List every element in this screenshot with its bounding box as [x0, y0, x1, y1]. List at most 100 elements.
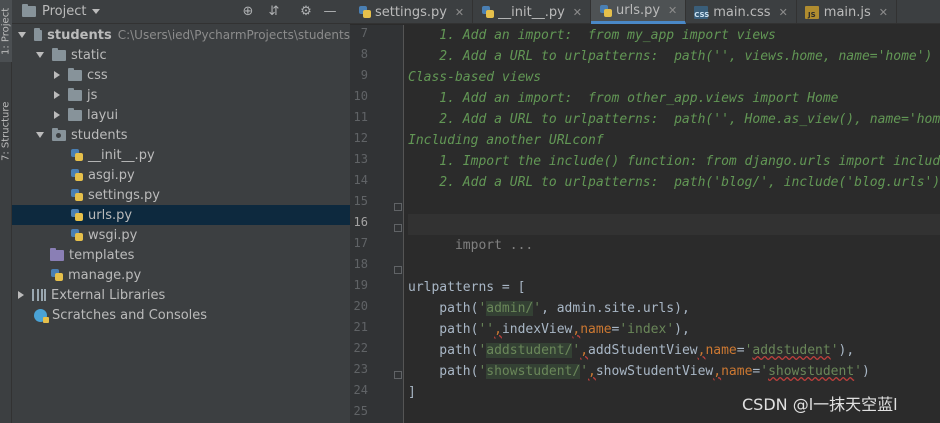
chevron-down-icon[interactable]: [18, 32, 26, 38]
code-line: Including another URLconf: [408, 133, 604, 148]
close-icon[interactable]: ✕: [779, 6, 788, 19]
hide-panel-icon[interactable]: —: [322, 4, 338, 20]
tab-label: main.js: [823, 4, 871, 20]
folder-icon: [68, 87, 82, 101]
gear-icon[interactable]: ⚙: [298, 4, 314, 20]
code-line: 1. Add an import: from my_app import vie…: [408, 28, 776, 43]
tree-item-scratches[interactable]: Scratches and Consoles: [12, 305, 350, 325]
code-line: path('showstudent/',showStudentView,name…: [408, 364, 870, 379]
scratches-icon: [34, 308, 49, 323]
chevron-down-icon[interactable]: [36, 52, 44, 58]
line-number-gutter[interactable]: 7 8 9 10 11 12 13 14 15 16 17 18 19 20 2…: [350, 25, 404, 423]
chevron-right-icon[interactable]: [54, 111, 60, 119]
code-line: Class-based views: [408, 70, 542, 85]
tree-item-layui[interactable]: layui: [12, 105, 350, 125]
tab-main-css[interactable]: CSS main.css ✕: [686, 0, 797, 24]
collapse-all-icon[interactable]: ⇵: [266, 4, 282, 20]
tree-item-label: manage.py: [68, 267, 142, 283]
tree-item-urls-py[interactable]: urls.py: [12, 205, 350, 225]
project-tool-tab[interactable]: 1: Project: [0, 0, 12, 62]
fold-icon[interactable]: [394, 203, 402, 211]
tree-item-label: templates: [69, 247, 135, 263]
python-file-icon: [50, 268, 63, 282]
fold-icon[interactable]: [394, 224, 402, 232]
line-number: 12: [353, 131, 368, 145]
tree-item-wsgi-py[interactable]: wsgi.py: [12, 225, 350, 245]
line-number: 23: [353, 362, 368, 376]
chevron-right-icon[interactable]: [18, 291, 24, 299]
tree-item-label: Scratches and Consoles: [52, 307, 208, 323]
tab-urls-py[interactable]: urls.py ✕: [591, 0, 687, 24]
folder-icon: [68, 107, 82, 121]
code-editor[interactable]: 7 8 9 10 11 12 13 14 15 16 17 18 19 20 2…: [350, 25, 940, 423]
editor-tab-bar: settings.py ✕ __init__.py ✕ urls.py ✕ CS…: [350, 0, 940, 24]
tree-item-templates[interactable]: templates: [12, 245, 350, 265]
fold-icon[interactable]: [394, 266, 402, 274]
tab-settings-py[interactable]: settings.py ✕: [350, 0, 474, 24]
python-file-icon: [481, 5, 495, 19]
project-folder-icon: [22, 4, 36, 17]
close-icon[interactable]: ✕: [573, 6, 582, 19]
tree-item-students-package[interactable]: students: [12, 125, 350, 145]
tab-label: main.css: [713, 4, 771, 20]
tree-item-label: asgi.py: [88, 167, 135, 183]
fold-icon[interactable]: [394, 371, 402, 379]
tree-item-students-root[interactable]: students C:\Users\ied\PycharmProjects\st…: [12, 25, 350, 45]
code-line: ]: [408, 385, 416, 400]
tree-item-label: wsgi.py: [88, 227, 138, 243]
code-line: urlpatterns = [: [408, 280, 526, 295]
project-panel-title[interactable]: Project: [42, 4, 86, 19]
python-file-icon: [70, 208, 83, 222]
code-line: 2. Add a URL to urlpatterns: path('blog/…: [408, 175, 940, 190]
code-line: 1. Add an import: from other_app.views i…: [408, 91, 839, 106]
tree-item-external-libraries[interactable]: External Libraries: [12, 285, 350, 305]
tree-item-asgi-py[interactable]: asgi.py: [12, 165, 350, 185]
line-number: 19: [353, 278, 368, 292]
tree-item-settings-py[interactable]: settings.py: [12, 185, 350, 205]
tab-label: urls.py: [616, 3, 661, 18]
line-number: 13: [353, 152, 368, 166]
structure-tool-tab[interactable]: 7: Structure: [0, 92, 12, 170]
package-folder-icon: [52, 127, 66, 141]
close-icon[interactable]: ✕: [879, 6, 888, 19]
line-number: 7: [360, 26, 368, 40]
tree-item-label: layui: [87, 107, 119, 123]
code-line: 2. Add a URL to urlpatterns: path('', Ho…: [408, 112, 940, 127]
structure-tool-tab-label: 7: Structure: [0, 101, 12, 161]
tab-main-js[interactable]: JS main.js ✕: [797, 0, 898, 24]
python-file-icon: [70, 168, 83, 182]
tree-item-label: urls.py: [88, 207, 133, 223]
templates-folder-icon: [50, 247, 64, 261]
css-file-icon: CSS: [694, 5, 709, 19]
line-number: 14: [353, 173, 368, 187]
tree-item-js[interactable]: js: [12, 85, 350, 105]
folded-imports[interactable]: import ...: [455, 238, 533, 253]
close-icon[interactable]: ✕: [455, 6, 464, 19]
folder-icon: [68, 67, 82, 81]
line-number: 17: [353, 236, 368, 250]
python-file-icon: [599, 4, 612, 18]
line-number: 11: [353, 110, 368, 124]
chevron-down-icon[interactable]: [92, 9, 101, 14]
tree-item-label: js: [87, 87, 98, 103]
csdn-watermark: CSDN @l一抹天空蓝l: [742, 395, 898, 414]
tree-item-init-py[interactable]: __init__.py: [12, 145, 350, 165]
tree-item-css[interactable]: css: [12, 65, 350, 85]
tab-init-py[interactable]: __init__.py ✕: [473, 0, 591, 24]
chevron-right-icon[interactable]: [54, 71, 60, 79]
close-icon[interactable]: ✕: [668, 4, 677, 17]
tree-item-label: css: [87, 67, 108, 83]
locate-file-icon[interactable]: ⊕: [240, 4, 256, 20]
line-number: 8: [360, 47, 368, 61]
tree-item-static[interactable]: static: [12, 45, 350, 65]
tree-item-manage-py[interactable]: manage.py: [12, 265, 350, 285]
line-number: 25: [353, 404, 368, 418]
code-area[interactable]: 1. Add an import: from my_app import vie…: [408, 25, 940, 423]
code-line: path('admin/', admin.site.urls),: [408, 301, 690, 316]
library-icon: [32, 289, 46, 301]
python-file-icon: [70, 188, 83, 202]
js-file-icon: JS: [804, 5, 819, 19]
python-file-icon: [70, 228, 83, 242]
chevron-right-icon[interactable]: [54, 91, 60, 99]
chevron-down-icon[interactable]: [36, 132, 44, 138]
